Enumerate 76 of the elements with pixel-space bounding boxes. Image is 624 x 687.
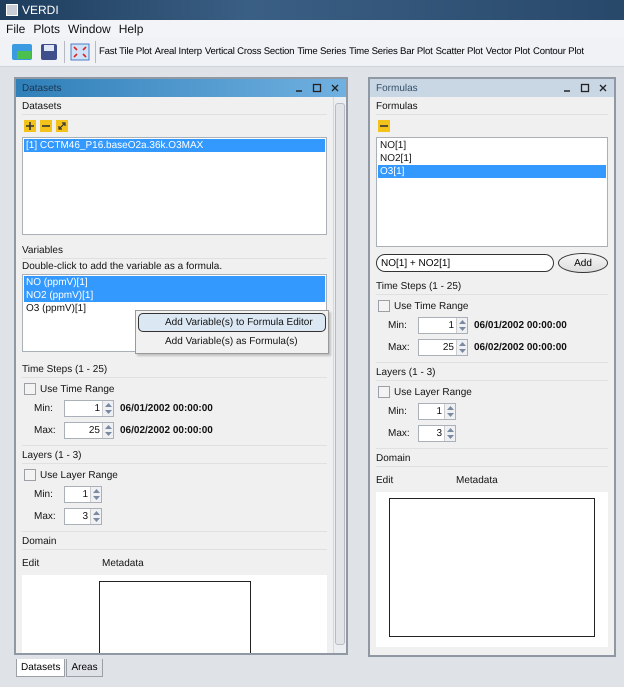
add-icon[interactable] <box>24 120 36 132</box>
section-label: Datasets <box>22 99 327 115</box>
plot-button[interactable]: Areal Interp <box>154 46 202 57</box>
number-spinner[interactable]: 3 <box>64 508 102 525</box>
number-spinner[interactable]: 25 <box>64 422 114 439</box>
checkbox[interactable] <box>24 469 36 481</box>
panel-title: Formulas <box>376 82 419 94</box>
plot-button[interactable]: Vertical Cross Section <box>204 46 294 57</box>
plot-button[interactable]: Time Series Bar Plot <box>348 46 433 57</box>
section-label: Layers (1 - 3) <box>376 365 608 381</box>
menu-item[interactable]: File <box>6 22 26 36</box>
number-spinner[interactable]: 1 <box>418 403 456 420</box>
field-label: Min: <box>34 489 54 500</box>
tab[interactable]: Datasets <box>16 659 66 677</box>
section-label: Time Steps (1 - 25) <box>22 362 327 378</box>
menu-item[interactable]: Help <box>118 22 144 36</box>
close-icon[interactable] <box>598 83 608 93</box>
section-label: Layers (1 - 3) <box>22 448 327 464</box>
window-title: VERDI <box>22 3 59 17</box>
number-spinner[interactable]: 25 <box>418 339 468 356</box>
plot-button[interactable]: Time Series <box>297 46 346 57</box>
scrollbar[interactable] <box>333 97 346 653</box>
remove-icon[interactable] <box>40 120 52 132</box>
field-label: Min: <box>34 403 54 414</box>
section-label: Formulas <box>376 99 608 115</box>
plot-button[interactable]: Fast Tile Plot <box>99 46 152 57</box>
hint-text: Double-click to add the variable as a formula. <box>22 261 224 272</box>
field-label: Max: <box>388 428 411 439</box>
maximize-icon[interactable] <box>312 83 322 93</box>
close-icon[interactable] <box>330 83 340 93</box>
remove-icon[interactable] <box>378 120 390 132</box>
panel-title: Datasets <box>22 82 62 94</box>
section-label: Variables <box>22 243 327 259</box>
plot-button[interactable]: Scatter Plot <box>436 46 483 57</box>
diagonal-arrows-icon[interactable] <box>56 120 68 132</box>
app-icon <box>6 4 18 16</box>
checkbox-label: Use Time Range <box>40 384 114 394</box>
menu-item[interactable]: Add Variable(s) to Formula Editor <box>138 313 326 332</box>
date-time-text: 06/01/2002 00:00:00 <box>120 403 213 414</box>
list-item[interactable]: NO[1] <box>378 139 606 152</box>
field-label: Max: <box>388 342 411 353</box>
checkbox-label: Use Layer Range <box>394 386 472 398</box>
edit-label[interactable]: Edit <box>22 558 102 569</box>
section-label: Domain <box>376 451 608 467</box>
formula-input[interactable]: NO[1] + NO2[1] <box>376 254 554 272</box>
date-time-text: 06/02/2002 00:00:00 <box>474 342 567 353</box>
number-spinner[interactable]: 1 <box>64 400 114 417</box>
checkbox[interactable] <box>378 386 390 398</box>
checkbox[interactable] <box>378 300 390 312</box>
tab[interactable]: Areas <box>66 659 103 677</box>
section-label: Domain <box>22 534 327 550</box>
field-label: Min: <box>388 406 408 417</box>
date-time-text: 06/02/2002 00:00:00 <box>120 425 213 436</box>
maximize-icon[interactable] <box>580 83 590 93</box>
field-label: Min: <box>388 320 408 331</box>
date-time-text: 06/01/2002 00:00:00 <box>474 320 567 331</box>
number-spinner[interactable]: 1 <box>64 486 102 503</box>
plot-button[interactable]: Contour Plot <box>532 46 584 57</box>
list-item[interactable]: NO2[1] <box>378 152 606 165</box>
menu-item[interactable]: Add Variable(s) as Formula(s) <box>138 332 326 351</box>
add-button[interactable]: Add <box>558 253 608 273</box>
menu-item[interactable]: Window <box>68 22 111 36</box>
number-spinner[interactable]: 3 <box>418 425 456 442</box>
checkbox[interactable] <box>24 383 36 395</box>
fit-screen-icon[interactable] <box>68 40 92 62</box>
plot-button[interactable]: Vector Plot <box>486 46 530 57</box>
metadata-label[interactable]: Metadata <box>102 558 144 569</box>
section-label: Time Steps (1 - 25) <box>376 279 608 295</box>
number-spinner[interactable]: 1 <box>418 317 468 334</box>
edit-label[interactable]: Edit <box>376 475 456 486</box>
field-label: Max: <box>34 425 57 436</box>
checkbox-label: Use Time Range <box>394 300 468 312</box>
field-label: Max: <box>34 511 57 522</box>
checkbox-label: Use Layer Range <box>40 470 118 480</box>
menu-item[interactable]: Plots <box>33 22 60 36</box>
metadata-label[interactable]: Metadata <box>456 475 498 486</box>
